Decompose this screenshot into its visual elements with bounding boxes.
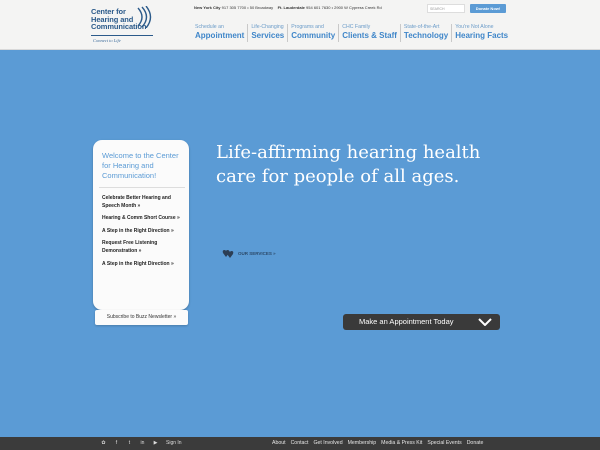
footer-link-get-involved[interactable]: Get Involved: [313, 440, 342, 446]
footer-link-membership[interactable]: Membership: [348, 440, 377, 446]
sidebar-title: Welcome to the Center for Hearing and Co…: [102, 151, 179, 180]
social-links: ✿ f t in ▶ Sign In: [100, 440, 188, 447]
search-input[interactable]: SEARCH: [427, 4, 465, 13]
nav-item-bottom-label: Services: [251, 31, 285, 40]
nav-item-top-label: State-of-the-Art: [403, 24, 440, 30]
sidebar-link[interactable]: Celebrate Better Hearing and Speech Mont…: [102, 195, 183, 210]
sign-in-link[interactable]: Sign In: [166, 440, 182, 447]
nav-item-top-label: Programs and: [291, 24, 324, 30]
share-icon[interactable]: ✿: [100, 440, 107, 447]
nav-item-technology[interactable]: State-of-the-Art Technology: [401, 24, 453, 42]
ny-details: 917 305 7700 • 50 Broadway: [221, 5, 274, 10]
logo-tagline: Connect to Life: [93, 38, 121, 43]
hero-headline: Life-affirming hearing health care for p…: [216, 142, 481, 187]
sidebar-link[interactable]: Hearing & Comm Short Course »: [102, 215, 183, 223]
our-services-label: OUR SERVICES »: [238, 250, 276, 256]
ny-city: New York City: [194, 5, 221, 10]
nav-item-bottom-label: Appointment: [195, 31, 245, 40]
facebook-icon[interactable]: f: [113, 440, 120, 447]
chevron-down-icon: [478, 318, 492, 326]
hearts-icon: [222, 250, 234, 258]
footer-link-contact[interactable]: Contact: [291, 440, 309, 446]
nav-item-services[interactable]: Life-Changing Services: [248, 24, 289, 42]
nav-item-appointment[interactable]: Schedule an Appointment: [192, 24, 249, 42]
sidebar-link[interactable]: A Step in the Right Direction »: [102, 261, 183, 269]
logo-divider: [91, 35, 153, 36]
footer-link-special-events[interactable]: Special Events: [427, 440, 461, 446]
footer-link-media[interactable]: Media & Press Kit: [381, 440, 422, 446]
donate-button[interactable]: Donate Now!: [470, 4, 506, 13]
nav-item-top-label: You're Not Alone: [455, 24, 494, 30]
sidebar-link[interactable]: A Step in the Right Direction »: [102, 228, 183, 236]
footer-link-about[interactable]: About: [272, 440, 286, 446]
nav-item-hearing-facts[interactable]: You're Not Alone Hearing Facts: [452, 24, 511, 42]
nav-item-community[interactable]: Programs and Community: [288, 24, 340, 42]
footer-links: About Contact Get Involved Membership Me…: [272, 440, 488, 446]
nav-item-bottom-label: Clients & Staff: [342, 31, 397, 40]
site-footer: ✿ f t in ▶ Sign In About Contact Get Inv…: [0, 437, 600, 450]
nav-item-bottom-label: Community: [291, 31, 336, 40]
make-appointment-button[interactable]: Make an Appointment Today: [343, 314, 500, 330]
nav-item-clients-staff[interactable]: CHC Family Clients & Staff: [339, 24, 401, 42]
newsletter-button[interactable]: Subscribe to Buzz Newsletter »: [95, 310, 188, 325]
nav-item-top-label: Schedule an: [195, 24, 224, 30]
nav-item-bottom-label: Technology: [403, 31, 449, 40]
site-header: Center for Hearing and Communication Con…: [0, 0, 600, 50]
sidebar-divider: [99, 187, 185, 188]
youtube-icon[interactable]: ▶: [152, 440, 159, 447]
fl-details: 954 601 7630 • 2900 W Cypress Creek Rd: [306, 5, 382, 10]
nav-item-top-label: Life-Changing: [251, 24, 284, 30]
welcome-sidebar: Welcome to the Center for Hearing and Co…: [93, 140, 189, 310]
footer-link-donate[interactable]: Donate: [467, 440, 484, 446]
sound-wave-icon: [137, 6, 152, 28]
fl-city: Ft. Lauderdale: [277, 5, 305, 10]
nav-item-top-label: CHC Family: [342, 24, 371, 30]
twitter-icon[interactable]: t: [126, 440, 133, 447]
make-appointment-label: Make an Appointment Today: [359, 317, 454, 326]
nav-item-bottom-label: Hearing Facts: [455, 31, 509, 40]
logo[interactable]: Center for Hearing and Communication Con…: [91, 6, 163, 46]
main-nav: Schedule an Appointment Life-Changing Se…: [192, 24, 511, 44]
location-info: New York City 917 305 7700 • 50 Broadway…: [194, 5, 382, 10]
sidebar-link[interactable]: Request Free Listening Demonstration »: [102, 240, 183, 255]
linkedin-icon[interactable]: in: [139, 440, 146, 447]
our-services-link[interactable]: OUR SERVICES »: [222, 247, 276, 259]
